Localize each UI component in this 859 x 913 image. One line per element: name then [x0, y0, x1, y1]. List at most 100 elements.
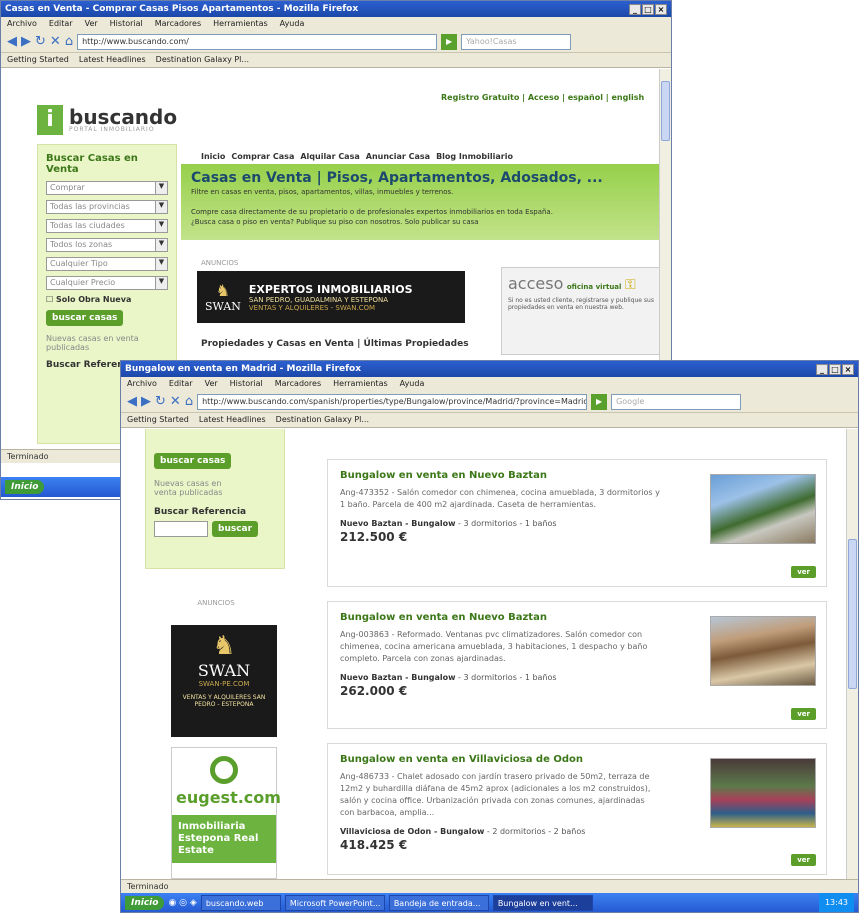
listing-photo[interactable]	[710, 616, 816, 686]
task-powerpoint[interactable]: Microsoft PowerPoint...	[284, 895, 385, 911]
listing-view-button[interactable]: ver	[791, 708, 816, 720]
logo-i-icon: i	[37, 105, 63, 135]
listing-price: 418.425 €	[340, 838, 408, 852]
reload-icon[interactable]: ↻	[155, 394, 166, 409]
swan-ad-url: SWAN-PE.COM	[198, 680, 250, 688]
listing-view-button[interactable]: ver	[791, 566, 816, 578]
headline-sub: Filtre en casas en venta, pisos, apartam…	[191, 188, 454, 196]
bookmark-latest-headlines[interactable]: Latest Headlines	[79, 55, 146, 65]
menu-historial[interactable]: Historial	[110, 19, 143, 29]
eugest-ad[interactable]: eugest.com Inmobiliaria Estepona Real Es…	[171, 747, 281, 879]
nav-blog[interactable]: Blog Inmobiliario	[436, 152, 513, 161]
listing-desc: Ang-486733 - Chalet adosado con jardín t…	[340, 772, 651, 817]
acceso-box[interactable]: acceso oficina virtual ⚿ Si no es usted …	[501, 267, 663, 355]
back-scroll-thumb[interactable]	[661, 81, 670, 141]
eugest-name: eugest.com	[176, 788, 281, 807]
front-scroll-thumb[interactable]	[848, 539, 857, 689]
top-links[interactable]: Registro Gratuito | Acceso | español | e…	[441, 93, 644, 102]
sidebar-title: Buscar Casas en Venta	[46, 153, 138, 175]
bookmark-getting-started[interactable]: Getting Started	[127, 415, 189, 425]
back-search-box[interactable]: Yahoo!Casas	[461, 33, 572, 50]
back-start-button[interactable]: Inicio	[5, 480, 45, 494]
menu-herramientas[interactable]: Herramientas	[213, 19, 268, 29]
listing-card: Bungalow en venta en Nuevo Baztan Ang-47…	[327, 459, 827, 587]
menu-ver[interactable]: Ver	[205, 379, 218, 389]
menu-historial[interactable]: Historial	[230, 379, 263, 389]
headline-text2: ¿Busca casa o piso en venta? Publique su…	[191, 218, 479, 226]
forward-arrow-icon[interactable]: ▶	[21, 34, 31, 49]
front-url-bar[interactable]: http://www.buscando.com/spanish/properti…	[197, 393, 588, 410]
select-operation[interactable]: Comprar ▼	[46, 181, 168, 195]
maximize-icon[interactable]: □	[642, 3, 654, 15]
bookmark-latest-headlines[interactable]: Latest Headlines	[199, 415, 266, 425]
obra-nueva-checkbox[interactable]: ☐ Solo Obra Nueva	[46, 295, 168, 304]
search-houses-button[interactable]: buscar casas	[46, 310, 124, 326]
menu-editar[interactable]: Editar	[49, 19, 73, 29]
listing-photo[interactable]	[710, 758, 816, 828]
task-inbox[interactable]: Bandeja de entrada...	[388, 895, 489, 911]
back-arrow-icon[interactable]: ◀	[7, 34, 17, 49]
close-icon[interactable]: ×	[842, 363, 854, 375]
front-search-houses-button[interactable]: buscar casas	[154, 453, 232, 469]
nav-inicio[interactable]: Inicio	[201, 152, 225, 161]
bookmark-destination[interactable]: Destination Galaxy Pl...	[276, 415, 369, 425]
start-button[interactable]: Inicio	[125, 896, 165, 910]
eugest-text: Inmobiliaria Estepona Real Estate	[172, 815, 276, 863]
menu-herramientas[interactable]: Herramientas	[333, 379, 388, 389]
nav-comprar[interactable]: Comprar Casa	[231, 152, 294, 161]
menu-archivo[interactable]: Archivo	[127, 379, 157, 389]
front-recent-link[interactable]: Nuevas casas en venta publicadas	[154, 479, 244, 497]
ref-input[interactable]	[154, 521, 208, 537]
menu-ayuda[interactable]: Ayuda	[400, 379, 425, 389]
bookmark-destination[interactable]: Destination Galaxy Pl...	[156, 55, 249, 65]
stop-icon[interactable]: ✕	[50, 34, 61, 49]
minimize-icon[interactable]: _	[629, 3, 641, 15]
listing-desc: Ang-003863 - Reformado. Ventanas pvc cli…	[340, 630, 648, 663]
home-icon[interactable]: ⌂	[185, 394, 193, 409]
select-type[interactable]: Cualquier Tipo ▼	[46, 257, 168, 271]
site-logo[interactable]: i buscando PORTAL INMOBILIARIO	[37, 105, 177, 135]
back-url-bar[interactable]: http://www.buscando.com/	[77, 33, 438, 50]
swan-ad-name: SWAN	[197, 661, 251, 680]
back-arrow-icon[interactable]: ◀	[127, 394, 137, 409]
forward-arrow-icon[interactable]: ▶	[141, 394, 151, 409]
go-icon[interactable]: ▶	[441, 33, 458, 50]
swan-banner[interactable]: ♞ SWAN EXPERTOS INMOBILIARIOS SAN PEDRO, …	[197, 271, 465, 323]
acceso-badge: oficina virtual	[566, 283, 622, 291]
swan-ad[interactable]: ♞ SWAN SWAN-PE.COM VENTAS Y ALQUILERES S…	[171, 625, 277, 737]
site-main-nav: Inicio Comprar Casa Alquilar Casa Anunci…	[201, 152, 513, 161]
minimize-icon[interactable]: _	[816, 363, 828, 375]
menu-marcadores[interactable]: Marcadores	[275, 379, 321, 389]
front-nav-bar: ◀ ▶ ↻ ✕ ⌂ http://www.buscando.com/spanis…	[121, 391, 858, 413]
listing-photo[interactable]	[710, 474, 816, 544]
stop-icon[interactable]: ✕	[170, 394, 181, 409]
menu-editar[interactable]: Editar	[169, 379, 193, 389]
maximize-icon[interactable]: □	[829, 363, 841, 375]
go-icon[interactable]: ▶	[591, 393, 608, 410]
key-icon: ⚿	[624, 277, 636, 293]
task-buscando[interactable]: buscando.web	[200, 895, 281, 911]
task-bungalow[interactable]: Bungalow en vent...	[492, 895, 593, 911]
select-province[interactable]: Todas las provincias ▼	[46, 200, 168, 214]
front-scrollbar[interactable]	[846, 429, 858, 879]
nav-alquilar[interactable]: Alquilar Casa	[300, 152, 359, 161]
front-search-box[interactable]: Google	[611, 393, 742, 410]
listing-view-button[interactable]: ver	[791, 854, 816, 866]
reload-icon[interactable]: ↻	[35, 34, 46, 49]
select-zone[interactable]: Todos los zonas ▼	[46, 238, 168, 252]
quicklaunch-icons[interactable]: ◉ ◎ ◈	[168, 898, 196, 908]
close-icon[interactable]: ×	[655, 3, 667, 15]
ref-search-button[interactable]: buscar	[212, 521, 259, 537]
front-status-text: Terminado	[127, 882, 169, 891]
bookmark-getting-started[interactable]: Getting Started	[7, 55, 69, 65]
nav-anunciar[interactable]: Anunciar Casa	[366, 152, 430, 161]
select-city[interactable]: Todas las ciudades ▼	[46, 219, 168, 233]
menu-ver[interactable]: Ver	[85, 19, 98, 29]
acceso-title: acceso	[508, 274, 564, 293]
menu-marcadores[interactable]: Marcadores	[155, 19, 201, 29]
menu-archivo[interactable]: Archivo	[7, 19, 37, 29]
home-icon[interactable]: ⌂	[65, 34, 73, 49]
select-price[interactable]: Cualquier Precio ▼	[46, 276, 168, 290]
menu-ayuda[interactable]: Ayuda	[280, 19, 305, 29]
recent-link[interactable]: Nuevas casas en venta publicadas	[46, 334, 168, 352]
